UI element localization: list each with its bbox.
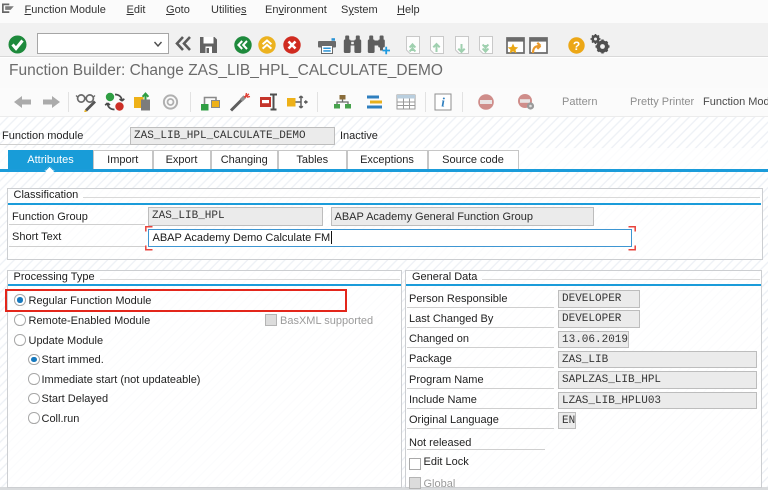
- svg-text:?: ?: [573, 39, 580, 53]
- svg-text:i: i: [441, 95, 445, 110]
